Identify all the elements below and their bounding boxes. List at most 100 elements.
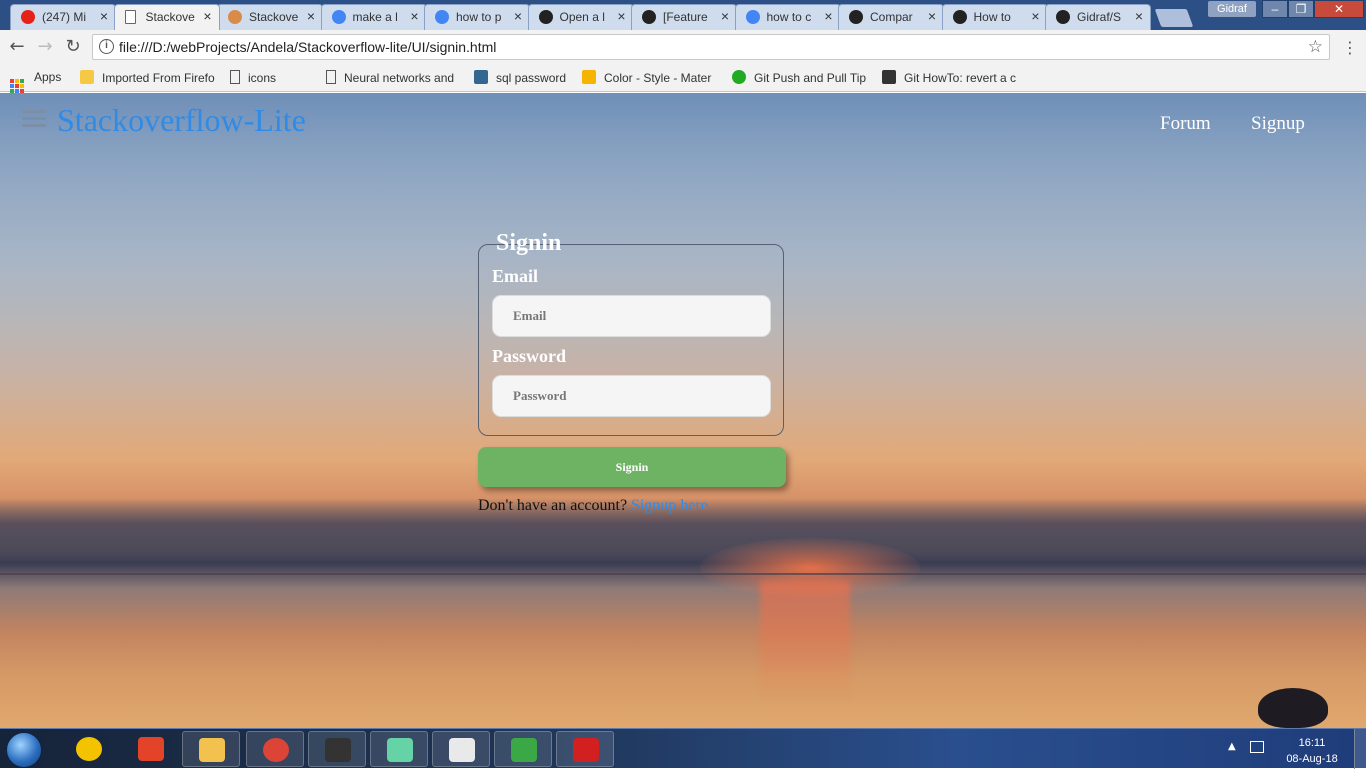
tab-title: Compar (870, 10, 913, 24)
tab-title: Gidraf/S (1077, 10, 1122, 24)
back-button[interactable]: ← (6, 36, 28, 57)
browser-tab[interactable]: Gidraf/S × (1045, 4, 1151, 30)
arduino-like-icon (76, 737, 102, 761)
page-icon (124, 10, 136, 24)
password-input[interactable] (492, 375, 771, 417)
signin-button[interactable]: Signin (478, 447, 786, 487)
tab-title: (247) Mi (42, 10, 87, 24)
taskbar-app[interactable] (60, 731, 118, 767)
github-icon (952, 10, 967, 24)
taskbar-app[interactable] (246, 731, 304, 767)
tab-title: how to p (456, 10, 502, 24)
forward-button[interactable]: → (34, 36, 56, 57)
network-icon[interactable] (1250, 741, 1264, 753)
explorer-icon (199, 738, 225, 762)
bookmark-star-icon[interactable]: ☆ (1308, 37, 1323, 57)
nav-signup-link[interactable]: Signup (1251, 113, 1305, 135)
tab-title: Stackove (145, 10, 195, 24)
profile-button[interactable]: Gidraf (1208, 1, 1256, 17)
background-horizon (0, 573, 1366, 575)
bookmarks-bar: Apps Imported From Firefo icons Neural netw… (0, 64, 1366, 93)
taskbar-app[interactable] (494, 731, 552, 767)
site-info-icon[interactable]: i (99, 39, 114, 54)
google-icon (745, 10, 760, 24)
page-viewport: Stackoverflow-Lite Forum Signup Signin E… (0, 93, 1366, 728)
hamburger-menu-icon[interactable] (22, 110, 46, 128)
close-tab-icon[interactable]: × (928, 8, 936, 24)
close-tab-icon[interactable]: × (203, 8, 211, 24)
tab-title: Stackove (249, 10, 299, 24)
browser-tab[interactable]: [Feature × (631, 4, 737, 30)
bookmark-label: Apps (34, 70, 62, 84)
taskbar-app[interactable] (432, 731, 490, 767)
minimize-button[interactable]: – (1262, 0, 1288, 18)
reload-button[interactable]: ↻ (62, 36, 84, 57)
tab-title: [Feature (663, 10, 708, 24)
page-icon (326, 70, 336, 84)
close-tab-icon[interactable]: × (617, 8, 625, 24)
tray-expand-icon[interactable]: ▲ (1228, 741, 1236, 752)
close-tab-icon[interactable]: × (514, 8, 522, 24)
signin-legend: Signin (496, 230, 562, 256)
tray-clock[interactable]: 16:11 08-Aug-18 (1282, 735, 1342, 767)
taskbar-app[interactable] (182, 731, 240, 767)
browser-tab[interactable]: Compar × (838, 4, 944, 30)
browser-tab[interactable]: how to c × (734, 4, 841, 30)
material-icon (582, 70, 596, 84)
background-rock (1258, 688, 1328, 728)
taskbar-app[interactable] (370, 731, 428, 767)
email-input[interactable] (492, 295, 771, 337)
google-icon (331, 10, 346, 24)
chrome-icon (263, 738, 289, 762)
start-button[interactable] (6, 732, 42, 768)
bookmark-label: Git Push and Pull Tip (754, 71, 867, 85)
github-icon (849, 10, 863, 24)
address-bar[interactable]: i file:///D:/webProjects/Andela/Stackove… (92, 34, 1330, 60)
browser-tab[interactable]: how to p × (424, 4, 530, 30)
page-icon (230, 70, 240, 84)
browser-tab[interactable]: Stackove × (217, 4, 323, 30)
tab-strip: (247) Mi × Stackove × Stackove × make a l × how … (0, 0, 1366, 30)
close-tab-icon[interactable]: × (1135, 8, 1143, 24)
browser-tab[interactable]: Stackove × (113, 4, 220, 30)
apps-grid-icon (10, 79, 24, 93)
bookmark-label: Imported From Firefo (102, 71, 215, 85)
close-tab-icon[interactable]: × (410, 8, 418, 24)
site-brand[interactable]: Stackoverflow-Lite (57, 102, 306, 139)
nav-forum-link[interactable]: Forum (1160, 113, 1211, 135)
close-tab-icon[interactable]: × (1031, 8, 1039, 24)
signup-prompt: Don't have an account? Signup here (478, 497, 708, 515)
bookmark-item[interactable]: Git Push and Pull Tip (732, 70, 872, 85)
idm-icon (511, 738, 537, 762)
show-desktop-button[interactable] (1354, 729, 1366, 769)
acrobat-icon (573, 738, 599, 762)
bookmark-item[interactable]: Neural networks and (326, 70, 461, 85)
bookmark-item[interactable]: icons (230, 70, 320, 85)
browser-tab[interactable]: Open a l × (527, 4, 634, 30)
browser-tab[interactable]: How to × (941, 4, 1048, 30)
close-tab-icon[interactable]: × (100, 8, 108, 24)
close-tab-icon[interactable]: × (721, 8, 729, 24)
close-tab-icon[interactable]: × (307, 8, 315, 24)
close-tab-icon[interactable]: × (824, 8, 832, 24)
browser-tab[interactable]: (247) Mi × (10, 4, 116, 30)
taskbar-app[interactable] (122, 731, 180, 767)
signup-here-link[interactable]: Signup here (631, 497, 708, 514)
slack-icon (449, 738, 475, 762)
browser-menu-icon[interactable]: ⋮ (1342, 38, 1358, 57)
bookmark-item[interactable]: Git HowTo: revert a c (882, 70, 1022, 85)
taskbar-app[interactable] (308, 731, 366, 767)
bookmark-item[interactable]: Imported From Firefo (80, 70, 220, 85)
close-window-button[interactable]: ✕ (1314, 0, 1364, 18)
bookmark-item[interactable]: Apps (10, 70, 70, 93)
cmd-icon (325, 738, 351, 762)
url-text[interactable]: file:///D:/webProjects/Andela/Stackoverf… (119, 39, 496, 55)
browser-tab[interactable]: make a l × (320, 4, 427, 30)
windows-taskbar: ▲ 16:11 08-Aug-18 (0, 728, 1366, 769)
bookmark-item[interactable]: sql password (474, 70, 574, 85)
taskbar-app[interactable] (556, 731, 614, 767)
new-tab-button[interactable] (1154, 9, 1194, 27)
bookmark-item[interactable]: Color - Style - Mater (582, 70, 722, 85)
maximize-button[interactable]: ❐ (1288, 0, 1314, 18)
youtube-icon (21, 10, 35, 24)
